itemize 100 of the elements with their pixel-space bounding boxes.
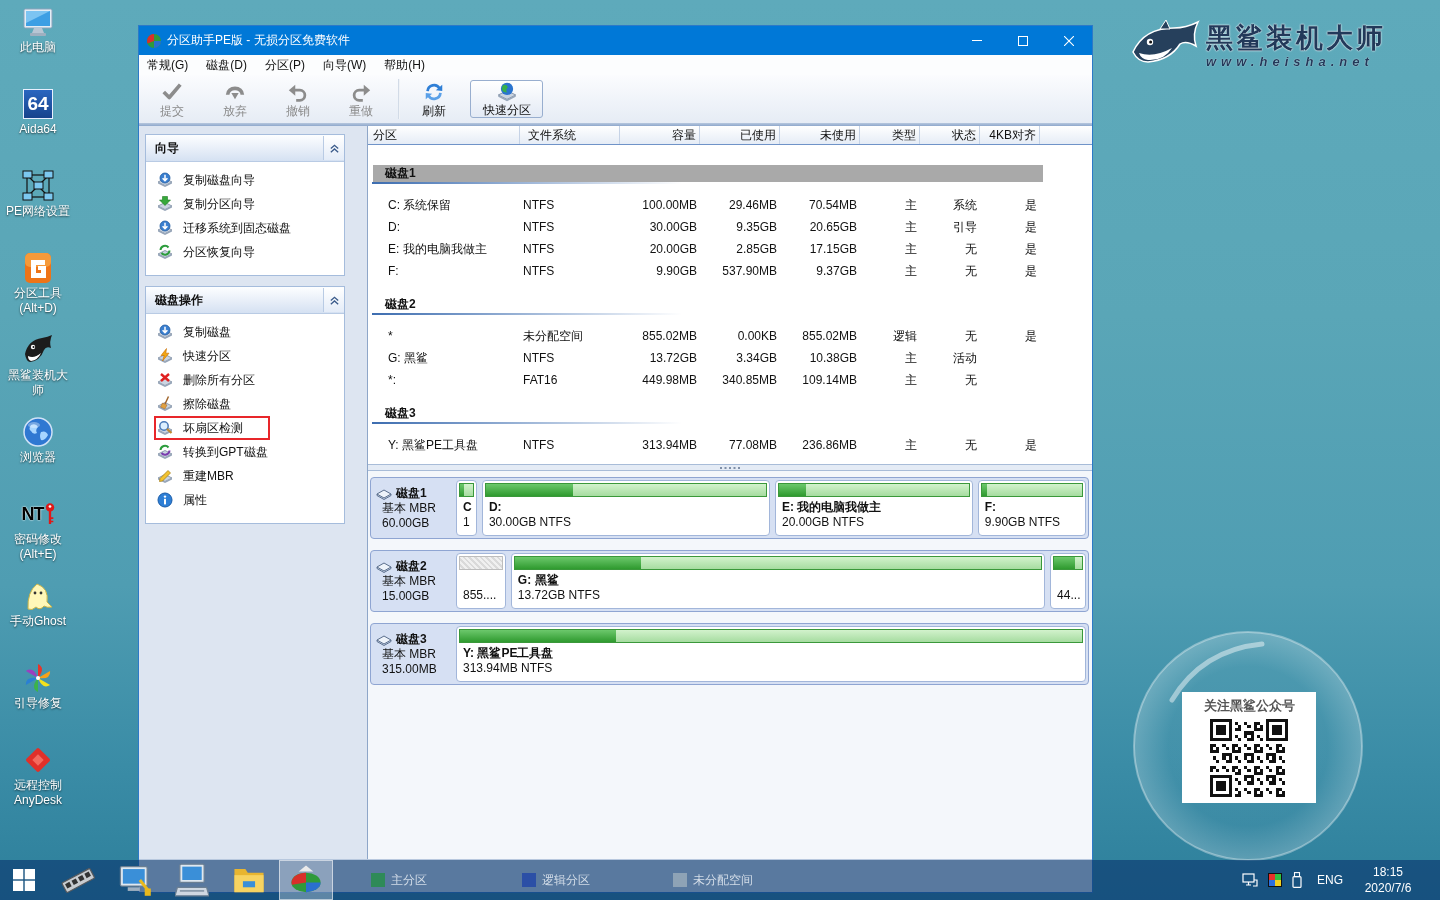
- toolbar-button[interactable]: 快速分区: [470, 80, 543, 118]
- disk-card[interactable]: 磁盘1 基本 MBR 60.00GB C 1 D: 30.00GB NTFS E: 我的电脑我做主 20.00GB NTFS F: 9.90GB NTFS: [370, 477, 1089, 539]
- sidebar-item[interactable]: 坏扇区检测: [154, 416, 270, 440]
- table-cell-text: 无: [964, 372, 978, 388]
- partition-block[interactable]: F: 9.90GB NTFS: [977, 480, 1086, 536]
- language-indicator[interactable]: ENG: [1317, 873, 1343, 887]
- table-cell-text: 29.46MB: [727, 197, 778, 213]
- table-cell-text: E: 我的电脑我做主: [387, 241, 488, 257]
- table-cell-text: 3.34GB: [735, 350, 778, 366]
- disk-group-header[interactable]: 磁盘2: [373, 296, 1043, 313]
- drive-cycle-icon: [157, 444, 173, 460]
- sidebar-item[interactable]: 复制分区向导: [154, 192, 282, 216]
- monitor-icon[interactable]: [1242, 872, 1258, 888]
- partition-block[interactable]: C 1: [456, 480, 477, 536]
- partition-block[interactable]: E: 我的电脑我做主 20.00GB NTFS: [775, 480, 973, 536]
- sidebar-item[interactable]: 快速分区: [154, 344, 258, 368]
- sidebar-item[interactable]: 擦除磁盘: [154, 392, 258, 416]
- partition-detail: 30.00GB NTFS: [487, 515, 571, 530]
- table-cell-text: 是: [1024, 263, 1038, 279]
- table-cell-text: 109.14MB: [801, 372, 858, 388]
- sidebar-item[interactable]: 属性: [154, 488, 234, 512]
- column-header[interactable]: 已使用: [700, 126, 780, 144]
- color-grid-icon[interactable]: [1267, 872, 1283, 888]
- drive-arrow-icon: [157, 324, 173, 340]
- desktop-shortcut[interactable]: 64 Aida64: [4, 88, 72, 137]
- table-cell-text: 17.15GB: [808, 241, 858, 257]
- drive-arrow-icon: [157, 172, 173, 188]
- collapse-button[interactable]: [323, 288, 344, 312]
- table-cell-text: 855.02MB: [801, 328, 858, 344]
- toolbar-button[interactable]: 刷新: [403, 79, 465, 119]
- network-icon: [22, 170, 54, 202]
- disk-name: 磁盘1: [396, 486, 427, 501]
- table-cell-text: 855.02MB: [641, 328, 698, 344]
- desktop-shortcut[interactable]: 远程控制AnyDesk: [4, 744, 72, 808]
- table-cell-text: G: 黑鲨: [387, 350, 429, 366]
- partition-block[interactable]: D: 30.00GB NTFS: [481, 480, 770, 536]
- menu-item[interactable]: 向导(W): [315, 56, 376, 74]
- partition-detail: 313.94MB NTFS: [462, 661, 553, 676]
- disk-type: 基本 MBR: [382, 647, 436, 662]
- table-cell-text: 537.90MB: [721, 263, 778, 279]
- sidebar-item[interactable]: 重建MBR: [154, 464, 261, 488]
- menu-item[interactable]: 磁盘(D): [198, 56, 256, 74]
- sidebar-item[interactable]: 迁移系统到固态磁盘: [154, 216, 318, 240]
- partition-block[interactable]: 855....: [456, 553, 506, 609]
- partition-block[interactable]: G: 黑鲨 13.72GB NTFS: [510, 553, 1046, 609]
- clock-time[interactable]: 18:15: [1373, 864, 1403, 880]
- legend-label: 主分区: [391, 871, 427, 888]
- disk-card[interactable]: 磁盘3 基本 MBR 315.00MB Y: 黑鲨PE工具盘 313.94MB NTFS: [370, 623, 1089, 685]
- drive-globe-icon: [495, 81, 518, 102]
- column-header[interactable]: 4KB对齐: [980, 126, 1040, 144]
- disk-card[interactable]: 磁盘2 基本 MBR 15.00GB 855.... G: 黑鲨 13.72GB NTFS 44...: [370, 550, 1089, 612]
- table-cell-text: NTFS: [522, 219, 556, 235]
- logo-letters: NT: [21, 504, 44, 524]
- column-header[interactable]: 文件系统: [520, 126, 620, 144]
- usb-drive-icon[interactable]: [1292, 872, 1302, 888]
- disk-group-header[interactable]: 磁盘1: [373, 165, 1043, 182]
- table-cell-text: 未分配空间: [522, 328, 584, 344]
- clock-date[interactable]: 2020/7/6: [1364, 880, 1412, 896]
- legend-label: 未分配空间: [693, 871, 753, 888]
- partition-detail: 44...: [1056, 588, 1081, 603]
- sidebar-item[interactable]: 删除所有分区: [154, 368, 282, 392]
- number-tile: 64: [23, 89, 53, 119]
- table-cell-text: 313.94MB: [641, 437, 698, 453]
- table-cell-text: 是: [1024, 219, 1038, 235]
- table-cell-text: 0.00KB: [736, 328, 778, 344]
- menu-item[interactable]: 分区(P): [257, 56, 314, 74]
- table-cell-text: *: [387, 328, 394, 344]
- table-cell-text: 449.98MB: [641, 372, 698, 388]
- column-header[interactable]: 未使用: [780, 126, 860, 144]
- partition-label: Y: 黑鲨PE工具盘: [462, 646, 554, 661]
- table-cell-text: 主: [904, 197, 918, 213]
- partition-detail: 20.00GB NTFS: [781, 515, 865, 530]
- table-cell-text: 逻辑: [892, 328, 918, 344]
- partition-block[interactable]: 44...: [1050, 553, 1086, 609]
- partition-block[interactable]: Y: 黑鲨PE工具盘 313.94MB NTFS: [456, 626, 1086, 682]
- collapse-button[interactable]: [323, 136, 344, 160]
- table-cell-text: 无: [964, 437, 978, 453]
- disk-type: 基本 MBR: [382, 574, 436, 589]
- desktop-shortcut[interactable]: 引导修复: [4, 662, 72, 711]
- column-header[interactable]: 类型: [860, 126, 920, 144]
- sidebar-item[interactable]: 复制磁盘向导: [154, 168, 282, 192]
- brand-url: www.heisha.net: [1206, 54, 1375, 69]
- column-header[interactable]: 容量: [620, 126, 700, 144]
- column-header[interactable]: 分区: [372, 126, 520, 144]
- table-cell-text: FAT16: [522, 372, 559, 388]
- menu-item[interactable]: 帮助(H): [376, 56, 434, 74]
- table-cell-text: 70.54MB: [807, 197, 858, 213]
- column-header[interactable]: 状态: [920, 126, 980, 144]
- table-cell-text: 20.00GB: [648, 241, 698, 257]
- close-icon: [1064, 35, 1074, 46]
- table-cell-text: 9.35GB: [735, 219, 778, 235]
- table-cell-text: F:: [387, 263, 400, 279]
- sidebar-item[interactable]: 转换到GPT磁盘: [154, 440, 295, 464]
- sidebar-item[interactable]: 分区恢复向导: [154, 240, 282, 264]
- grip-icon: [720, 466, 740, 469]
- sidebar-item[interactable]: 复制磁盘: [154, 320, 258, 344]
- globe-icon: [22, 416, 54, 448]
- menu-item[interactable]: 常规(G): [139, 56, 198, 74]
- disk-group-header[interactable]: 磁盘3: [373, 405, 1043, 422]
- desktop-shortcut[interactable]: NT 密码修改(Alt+E): [4, 498, 72, 562]
